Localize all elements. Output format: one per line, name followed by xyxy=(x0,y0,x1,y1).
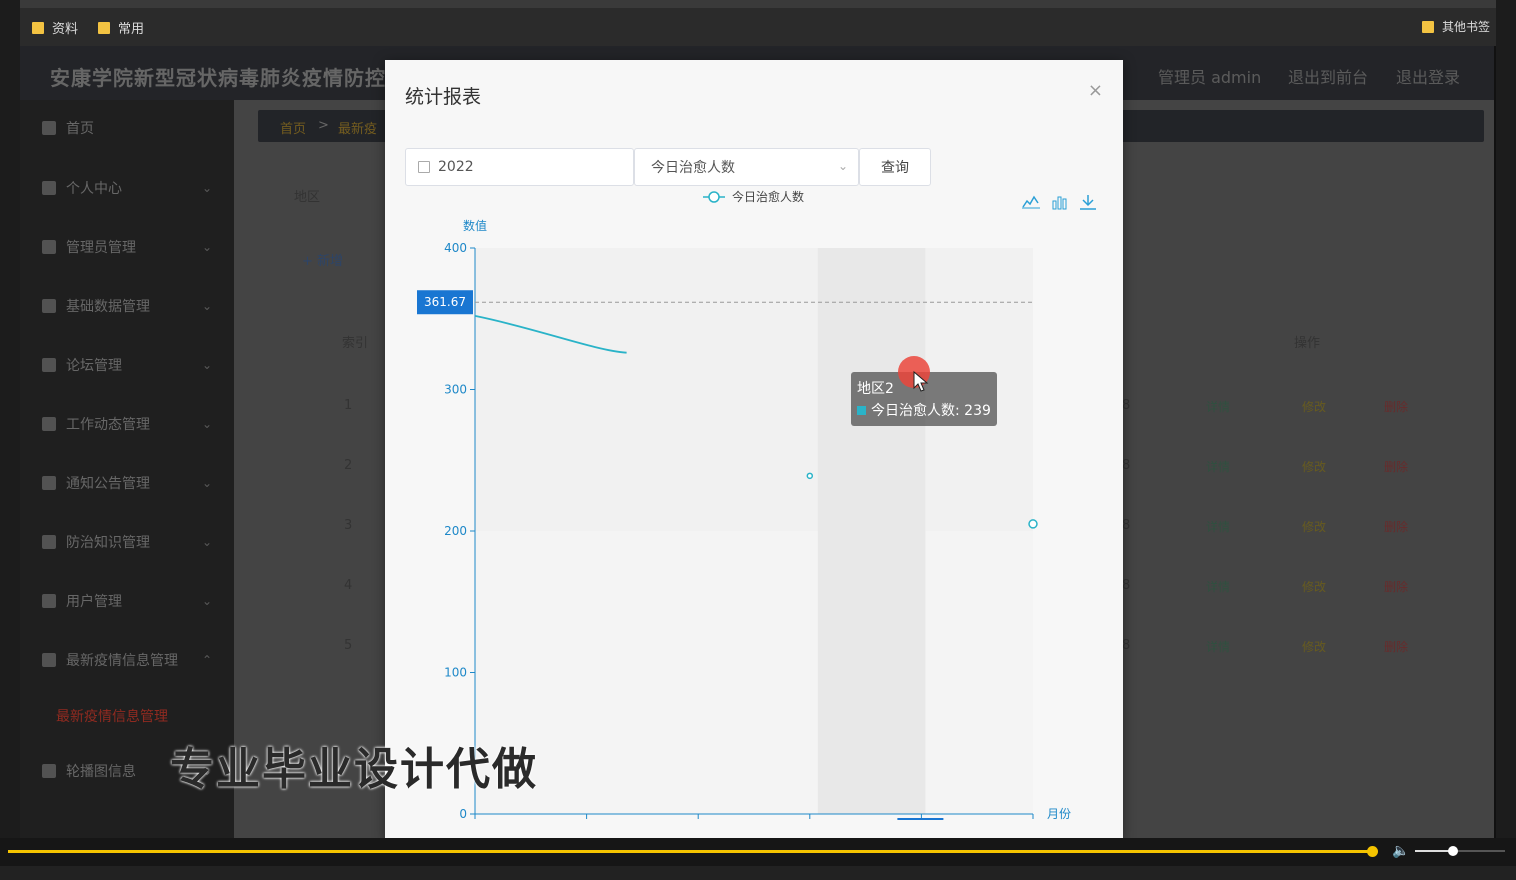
tooltip-title: 地区2 xyxy=(857,381,894,397)
video-controls: 🔈 xyxy=(0,838,1516,880)
bookmark-label: 其他书签 xyxy=(1442,20,1491,34)
data-point[interactable] xyxy=(806,472,814,480)
y-tick-label: 400 xyxy=(444,241,467,255)
y-axis-label: 数值 xyxy=(463,218,487,233)
modal-title: 统计报表 xyxy=(405,86,482,108)
folder-icon xyxy=(32,21,44,34)
x-axis-label: 月份 xyxy=(1047,807,1071,820)
data-point[interactable] xyxy=(1028,519,1038,529)
y-tick-label: 0 xyxy=(459,807,467,820)
chevron-down-icon: ⌄ xyxy=(837,159,848,173)
taskbar xyxy=(0,866,1516,880)
close-icon[interactable]: × xyxy=(1088,80,1103,101)
y-tick-label: 200 xyxy=(444,524,467,538)
folder-icon xyxy=(1422,20,1434,33)
volume-icon[interactable]: 🔈 xyxy=(1392,843,1409,859)
bookmark-folder[interactable]: 常用 xyxy=(98,18,144,37)
y-tick-label: 300 xyxy=(444,383,467,397)
progress-knob[interactable] xyxy=(1367,846,1378,857)
hover-band xyxy=(817,248,926,814)
bookmark-folder[interactable]: 资料 xyxy=(32,18,78,37)
calendar-icon xyxy=(418,161,430,173)
tooltip-value: 今日治愈人数: 239 xyxy=(871,403,991,419)
bookmark-label: 资料 xyxy=(52,22,79,37)
other-bookmarks[interactable]: 其他书签 xyxy=(1422,18,1490,35)
metric-value: 今日治愈人数 xyxy=(651,160,735,176)
plot-band xyxy=(475,531,1033,814)
y-tick-label: 100 xyxy=(444,666,467,680)
bookmarks-bar: 资料 常用 其他书签 xyxy=(20,0,1496,46)
legend-marker xyxy=(708,191,720,203)
legend-label: 今日治愈人数 xyxy=(732,189,804,204)
volume-knob[interactable] xyxy=(1448,846,1458,856)
video-progress[interactable] xyxy=(8,850,1372,853)
tab-strip xyxy=(20,0,1496,8)
folder-icon xyxy=(98,21,110,34)
year-value: 2022 xyxy=(438,159,474,175)
bookmark-label: 常用 xyxy=(118,22,145,37)
legend[interactable]: 今日治愈人数 xyxy=(703,189,804,204)
stats-modal: 统计报表 × 2022 今日治愈人数 ⌄ 查询 今日治愈人数 0 100 200 30… xyxy=(170,60,1123,840)
line-chart[interactable]: 今日治愈人数 0100200300400数值月份地区3地区1地区4地区2地区2地… xyxy=(385,180,1123,820)
left-gutter xyxy=(0,0,20,840)
avg-label: 361.67 xyxy=(424,295,466,309)
watermark-text: 专业毕业设计代做 xyxy=(170,744,538,795)
x-tick-highlight xyxy=(897,818,944,820)
right-gutter xyxy=(1496,0,1516,840)
tooltip-swatch xyxy=(857,406,866,415)
